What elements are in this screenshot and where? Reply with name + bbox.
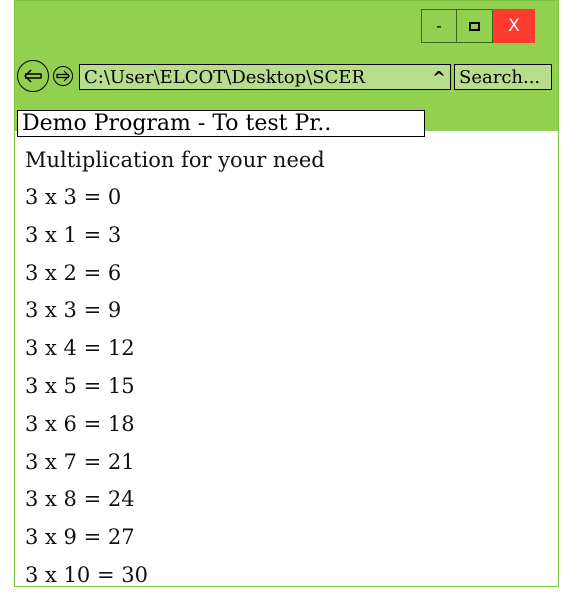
result-line: 3 x 5 = 15 xyxy=(25,373,135,398)
close-button[interactable]: X xyxy=(493,9,535,43)
result-line: 3 x 4 = 12 xyxy=(25,336,135,361)
result-line: 3 x 8 = 24 xyxy=(25,487,135,512)
minimize-button[interactable]: - xyxy=(421,9,457,43)
address-text: C:\User\ELCOT\Desktop\SCER xyxy=(84,66,366,88)
navigation-bar: C:\User\ELCOT\Desktop\SCER ^ Search... xyxy=(15,56,558,95)
title-bar: - X xyxy=(15,1,558,56)
result-line: 3 x 3 = 0 xyxy=(25,185,122,209)
page-heading: Multiplication for your need xyxy=(25,148,325,172)
result-line: 3 x 6 = 18 xyxy=(25,411,135,436)
search-box[interactable]: Search... xyxy=(454,64,552,90)
result-line: 3 x 10 = 30 xyxy=(25,562,148,587)
result-line: 3 x 2 = 6 xyxy=(25,260,122,285)
result-line: 3 x 3 = 9 xyxy=(25,298,122,323)
forward-arrow-icon xyxy=(56,70,70,82)
back-arrow-icon xyxy=(24,69,42,83)
browser-window: - X C:\User\ELCOT\Desktop\SCER ^ Search.… xyxy=(14,0,559,587)
page-content: Multiplication for your need 3 x 3 = 0 3… xyxy=(15,141,558,595)
maximize-button[interactable] xyxy=(457,9,493,43)
maximize-icon xyxy=(469,21,480,31)
result-line: 3 x 7 = 21 xyxy=(25,449,135,474)
window-controls: - X xyxy=(421,9,535,43)
result-line: 3 x 9 = 27 xyxy=(25,525,135,550)
tab-active[interactable]: Demo Program - To test Pr.. xyxy=(17,110,425,137)
result-line: 3 x 1 = 3 xyxy=(25,222,122,247)
address-dropdown-caret-icon[interactable]: ^ xyxy=(428,68,450,87)
address-bar[interactable]: C:\User\ELCOT\Desktop\SCER ^ xyxy=(79,64,451,90)
back-button[interactable] xyxy=(17,60,49,92)
tab-strip: Demo Program - To test Pr.. xyxy=(15,95,558,137)
forward-button[interactable] xyxy=(53,66,73,86)
